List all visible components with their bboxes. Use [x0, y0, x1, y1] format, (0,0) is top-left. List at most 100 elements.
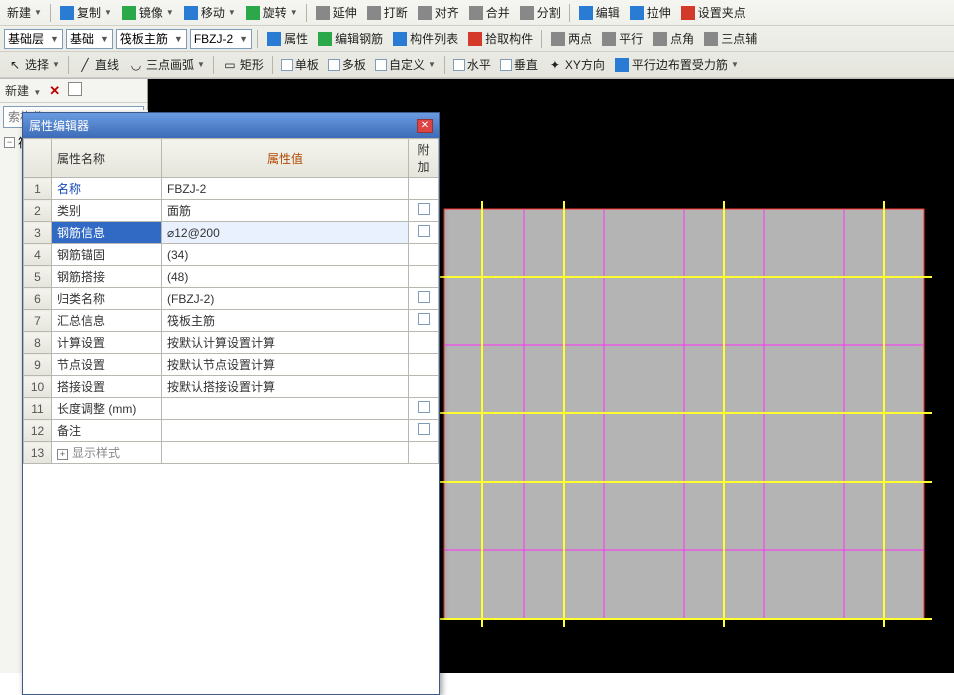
row-number: 12: [24, 420, 52, 442]
property-name: 钢筋锚固: [52, 244, 162, 266]
property-row[interactable]: 6归类名称(FBZJ-2): [24, 288, 439, 310]
property-value[interactable]: (48): [162, 266, 409, 288]
checkbox[interactable]: [418, 401, 430, 413]
rotate-button[interactable]: 旋转▼: [242, 3, 301, 22]
toolbar-row-1: 新建▼ 复制▼ 镜像▼ 移动▼ 旋转▼ 延伸 打断 对齐 合并 分割 编辑 拉伸…: [0, 0, 954, 26]
layer-dropdown[interactable]: 基础层▼: [4, 29, 63, 49]
copy-button[interactable]: 复制▼: [56, 3, 115, 22]
property-extra: [409, 222, 439, 244]
property-value[interactable]: (FBZJ-2): [162, 288, 409, 310]
close-icon[interactable]: ✕: [417, 119, 433, 133]
component-list-button[interactable]: 构件列表: [389, 29, 461, 48]
toolbar-row-3: ↖选择▼ ╱直线 ◡三点画弧▼ ▭矩形 单板 多板 自定义▼ 水平 垂直 ✦XY…: [0, 52, 954, 78]
property-row[interactable]: 13+显示样式: [24, 442, 439, 464]
single-button[interactable]: 单板: [278, 55, 322, 74]
item-dropdown[interactable]: FBZJ-2▼: [190, 29, 252, 49]
property-value[interactable]: 面筋: [162, 200, 409, 222]
property-editor-footer: [23, 464, 439, 694]
property-row[interactable]: 7汇总信息筏板主筋: [24, 310, 439, 332]
props-button[interactable]: 属性: [263, 29, 311, 48]
line-button[interactable]: ╱直线: [74, 55, 122, 74]
property-row[interactable]: 10搭接设置按默认搭接设置计算: [24, 376, 439, 398]
property-row[interactable]: 3钢筋信息⌀12@200: [24, 222, 439, 244]
property-value[interactable]: [162, 442, 409, 464]
col-extra: 附加: [409, 139, 439, 178]
reset-button[interactable]: 设置夹点: [677, 3, 749, 22]
horiz-button[interactable]: 水平: [450, 55, 494, 74]
property-value[interactable]: ⌀12@200: [162, 222, 409, 244]
property-value[interactable]: 筏板主筋: [162, 310, 409, 332]
extend-button[interactable]: 延伸: [312, 3, 360, 22]
property-extra: [409, 244, 439, 266]
offset-button[interactable]: 拉伸: [626, 3, 674, 22]
property-editor: 属性编辑器 ✕ 属性名称 属性值 附加 1名称FBZJ-22类别面筋3钢筋信息⌀…: [22, 112, 440, 695]
property-editor-titlebar[interactable]: 属性编辑器 ✕: [23, 113, 439, 138]
property-editor-title: 属性编辑器: [29, 117, 89, 134]
property-value[interactable]: (34): [162, 244, 409, 266]
property-value[interactable]: [162, 420, 409, 442]
property-row[interactable]: 11长度调整 (mm): [24, 398, 439, 420]
property-extra: [409, 266, 439, 288]
property-row[interactable]: 5钢筋搭接(48): [24, 266, 439, 288]
property-row[interactable]: 8计算设置按默认计算设置计算: [24, 332, 439, 354]
new-button[interactable]: 新建▼: [4, 3, 45, 22]
parallel-button[interactable]: 平行: [598, 29, 646, 48]
multi-button[interactable]: 多板: [325, 55, 369, 74]
property-name: 类别: [52, 200, 162, 222]
expand-icon[interactable]: +: [57, 449, 68, 460]
property-value[interactable]: 按默认搭接设置计算: [162, 376, 409, 398]
edit-button[interactable]: 编辑: [575, 3, 623, 22]
delete-icon[interactable]: ✕: [49, 83, 60, 99]
parallel-edge-button[interactable]: 平行边布置受力筋▼: [611, 55, 742, 74]
category-dropdown[interactable]: 筏板主筋▼: [116, 29, 187, 49]
property-name: 计算设置: [52, 332, 162, 354]
document-icon[interactable]: [68, 82, 82, 99]
property-extra: [409, 376, 439, 398]
property-value[interactable]: [162, 398, 409, 420]
three-point-button[interactable]: 三点辅: [700, 29, 760, 48]
custom-button[interactable]: 自定义▼: [372, 55, 439, 74]
checkbox[interactable]: [418, 225, 430, 237]
property-row[interactable]: 9节点设置按默认节点设置计算: [24, 354, 439, 376]
base-dropdown[interactable]: 基础▼: [66, 29, 113, 49]
property-value[interactable]: 按默认节点设置计算: [162, 354, 409, 376]
property-extra: [409, 354, 439, 376]
edit-rebar-button[interactable]: 编辑钢筋: [314, 29, 386, 48]
align-button[interactable]: 对齐: [414, 3, 462, 22]
select-button[interactable]: ↖选择▼: [4, 55, 63, 74]
xy-button[interactable]: ✦XY方向: [544, 55, 608, 74]
property-row[interactable]: 2类别面筋: [24, 200, 439, 222]
point-angle-button[interactable]: 点角: [649, 29, 697, 48]
col-value: 属性值: [162, 139, 409, 178]
property-row[interactable]: 4钢筋锚固(34): [24, 244, 439, 266]
vert-button[interactable]: 垂直: [497, 55, 541, 74]
checkbox[interactable]: [418, 203, 430, 215]
property-value[interactable]: 按默认计算设置计算: [162, 332, 409, 354]
move-button[interactable]: 移动▼: [180, 3, 239, 22]
property-value[interactable]: FBZJ-2: [162, 178, 409, 200]
property-name: 搭接设置: [52, 376, 162, 398]
property-name: 归类名称: [52, 288, 162, 310]
checkbox[interactable]: [418, 291, 430, 303]
trim-button[interactable]: 打断: [363, 3, 411, 22]
toolbar-row-2: 基础层▼ 基础▼ 筏板主筋▼ FBZJ-2▼ 属性 编辑钢筋 构件列表 拾取构件…: [0, 26, 954, 52]
expand-icon[interactable]: −: [4, 137, 15, 148]
top-toolbars: 新建▼ 复制▼ 镜像▼ 移动▼ 旋转▼ 延伸 打断 对齐 合并 分割 编辑 拉伸…: [0, 0, 954, 79]
split-button[interactable]: 分割: [516, 3, 564, 22]
left-panel-toolbar: 新建 ▼ ✕: [0, 79, 147, 103]
checkbox[interactable]: [418, 423, 430, 435]
col-rownum: [24, 139, 52, 178]
rect-button[interactable]: ▭矩形: [219, 55, 267, 74]
property-extra: [409, 200, 439, 222]
merge-button[interactable]: 合并: [465, 3, 513, 22]
pick-component-button[interactable]: 拾取构件: [464, 29, 536, 48]
property-row[interactable]: 1名称FBZJ-2: [24, 178, 439, 200]
checkbox[interactable]: [418, 313, 430, 325]
property-name: 汇总信息: [52, 310, 162, 332]
mirror-button[interactable]: 镜像▼: [118, 3, 177, 22]
property-row[interactable]: 12备注: [24, 420, 439, 442]
arc3-button[interactable]: ◡三点画弧▼: [125, 55, 208, 74]
new-dropdown-button[interactable]: 新建 ▼: [5, 82, 41, 99]
row-number: 11: [24, 398, 52, 420]
two-point-button[interactable]: 两点: [547, 29, 595, 48]
